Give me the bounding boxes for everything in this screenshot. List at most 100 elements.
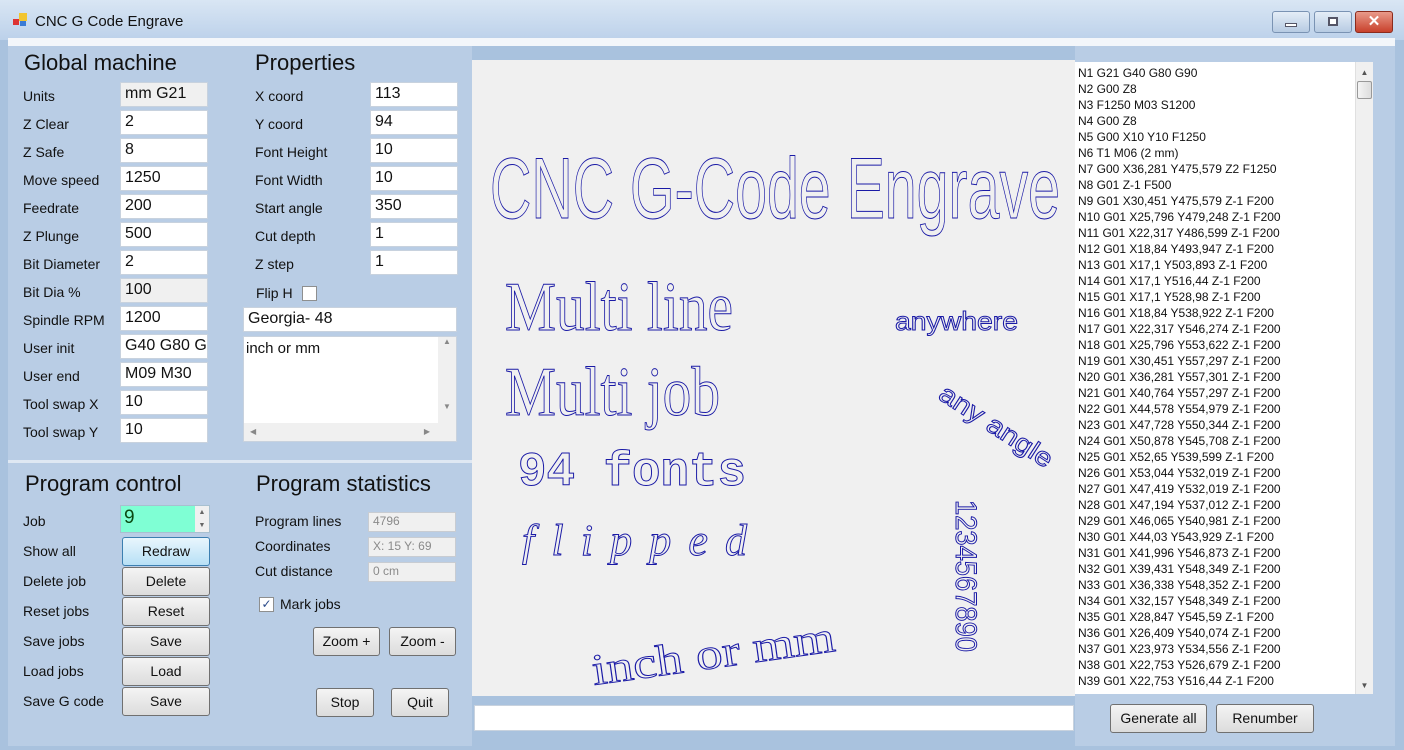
- text-vscrollbar[interactable]: ▲ ▼: [438, 337, 456, 423]
- text-input-value: inch or mm: [246, 340, 321, 357]
- divider: [8, 460, 472, 463]
- global-field[interactable]: 500: [120, 222, 208, 247]
- global-label: Z Clear: [23, 116, 69, 132]
- renumber-button[interactable]: Renumber: [1216, 704, 1314, 733]
- flip-h-checkbox[interactable]: [302, 286, 317, 301]
- generate-all-button[interactable]: Generate all: [1110, 704, 1207, 733]
- scroll-thumb[interactable]: [1357, 81, 1372, 99]
- global-field[interactable]: G40 G80 G: [120, 334, 208, 359]
- gcode-line[interactable]: N30 G01 X44,03 Y543,929 Z-1 F200: [1078, 529, 1352, 545]
- gcode-list[interactable]: N1 G21 G40 G80 G90 N2 G00 Z8 N3 F1250 M03 …: [1075, 62, 1355, 694]
- scroll-up-icon: ▲: [443, 337, 451, 346]
- mark-jobs-checkbox[interactable]: ✓: [259, 597, 274, 612]
- command-input[interactable]: [474, 705, 1074, 731]
- global-field[interactable]: 200: [120, 194, 208, 219]
- gcode-line[interactable]: N17 G01 X22,317 Y546,274 Z-1 F200: [1078, 321, 1352, 337]
- gcode-line[interactable]: N24 G01 X50,878 Y545,708 Z-1 F200: [1078, 433, 1352, 449]
- global-field[interactable]: 10: [120, 418, 208, 443]
- control-button[interactable]: Load: [122, 657, 210, 686]
- preview-text-any-angle: any angle: [934, 378, 1059, 474]
- property-field[interactable]: 1: [370, 222, 458, 247]
- gcode-line[interactable]: N22 G01 X44,578 Y554,979 Z-1 F200: [1078, 401, 1352, 417]
- gcode-line[interactable]: N16 G01 X18,84 Y538,922 Z-1 F200: [1078, 305, 1352, 321]
- preview-text-anywhere: anywhere: [895, 306, 1018, 336]
- gcode-line[interactable]: N32 G01 X39,431 Y548,349 Z-1 F200: [1078, 561, 1352, 577]
- control-button[interactable]: Redraw: [122, 537, 210, 566]
- gcode-line[interactable]: N25 G01 X52,65 Y539,599 Z-1 F200: [1078, 449, 1352, 465]
- stop-button[interactable]: Stop: [316, 688, 374, 717]
- gcode-line[interactable]: N9 G01 X30,451 Y475,579 Z-1 F200: [1078, 193, 1352, 209]
- gcode-line[interactable]: N34 G01 X32,157 Y548,349 Z-1 F200: [1078, 593, 1352, 609]
- text-input-area[interactable]: inch or mm ▲ ▼ ◀ ▶: [243, 336, 457, 442]
- property-label: Y coord: [255, 116, 303, 132]
- global-field[interactable]: 2: [120, 250, 208, 275]
- quit-button[interactable]: Quit: [391, 688, 449, 717]
- gcode-line[interactable]: N21 G01 X40,764 Y557,297 Z-1 F200: [1078, 385, 1352, 401]
- gcode-line[interactable]: N35 G01 X28,847 Y545,59 Z-1 F200: [1078, 609, 1352, 625]
- zoom-in-button[interactable]: Zoom +: [313, 627, 380, 656]
- global-field[interactable]: 8: [120, 138, 208, 163]
- spin-up-icon[interactable]: ▲: [195, 506, 209, 519]
- property-field[interactable]: 113: [370, 82, 458, 107]
- gcode-line[interactable]: N28 G01 X47,194 Y537,012 Z-1 F200: [1078, 497, 1352, 513]
- gcode-line[interactable]: N7 G00 X36,281 Y475,579 Z2 F1250: [1078, 161, 1352, 177]
- minimize-button[interactable]: [1272, 11, 1310, 33]
- gcode-line[interactable]: N8 G01 Z-1 F500: [1078, 177, 1352, 193]
- property-field[interactable]: 94: [370, 110, 458, 135]
- gcode-line[interactable]: N31 G01 X41,996 Y546,873 Z-1 F200: [1078, 545, 1352, 561]
- gcode-line[interactable]: N1 G21 G40 G80 G90: [1078, 65, 1352, 81]
- gcode-line[interactable]: N29 G01 X46,065 Y540,981 Z-1 F200: [1078, 513, 1352, 529]
- gcode-line[interactable]: N3 F1250 M03 S1200: [1078, 97, 1352, 113]
- global-field[interactable]: 1200: [120, 306, 208, 331]
- gcode-line[interactable]: N18 G01 X25,796 Y553,622 Z-1 F200: [1078, 337, 1352, 353]
- gcode-line[interactable]: N26 G01 X53,044 Y532,019 Z-1 F200: [1078, 465, 1352, 481]
- control-button[interactable]: Delete: [122, 567, 210, 596]
- font-select[interactable]: Georgia- 48: [243, 307, 457, 332]
- property-field[interactable]: 1: [370, 250, 458, 275]
- spin-down-icon[interactable]: ▼: [195, 519, 209, 532]
- global-field[interactable]: M09 M30: [120, 362, 208, 387]
- gcode-line[interactable]: N13 G01 X17,1 Y503,893 Z-1 F200: [1078, 257, 1352, 273]
- gcode-line[interactable]: N2 G00 Z8: [1078, 81, 1352, 97]
- control-button[interactable]: Save: [122, 627, 210, 656]
- control-button[interactable]: Save: [122, 687, 210, 716]
- global-field[interactable]: 10: [120, 390, 208, 415]
- gcode-line[interactable]: N14 G01 X17,1 Y516,44 Z-1 F200: [1078, 273, 1352, 289]
- gcode-line[interactable]: N20 G01 X36,281 Y557,301 Z-1 F200: [1078, 369, 1352, 385]
- property-field[interactable]: 350: [370, 194, 458, 219]
- program-control-heading: Program control: [25, 471, 182, 496]
- gcode-line[interactable]: N10 G01 X25,796 Y479,248 Z-1 F200: [1078, 209, 1352, 225]
- gcode-scrollbar[interactable]: ▲ ▼: [1355, 62, 1373, 694]
- property-field[interactable]: 10: [370, 166, 458, 191]
- gcode-line[interactable]: N37 G01 X23,973 Y534,556 Z-1 F200: [1078, 641, 1352, 657]
- maximize-button[interactable]: [1314, 11, 1352, 33]
- stat-value: 4796: [368, 512, 456, 532]
- gcode-line[interactable]: N27 G01 X47,419 Y532,019 Z-1 F200: [1078, 481, 1352, 497]
- gcode-line[interactable]: N38 G01 X22,753 Y526,679 Z-1 F200: [1078, 657, 1352, 673]
- preview-text-multi-line: Multi line: [505, 269, 733, 346]
- preview-canvas[interactable]: CNC G-Code Engrave Multi line Multi job …: [472, 60, 1075, 696]
- text-hscrollbar[interactable]: ◀ ▶: [244, 423, 456, 441]
- zoom-out-button[interactable]: Zoom -: [389, 627, 456, 656]
- gcode-line[interactable]: N23 G01 X47,728 Y550,344 Z-1 F200: [1078, 417, 1352, 433]
- gcode-line[interactable]: N33 G01 X36,338 Y548,352 Z-1 F200: [1078, 577, 1352, 593]
- global-field[interactable]: 2: [120, 110, 208, 135]
- global-label: Spindle RPM: [23, 312, 105, 328]
- gcode-line[interactable]: N36 G01 X26,409 Y540,074 Z-1 F200: [1078, 625, 1352, 641]
- gcode-line[interactable]: N6 T1 M06 (2 mm): [1078, 145, 1352, 161]
- control-button[interactable]: Reset: [122, 597, 210, 626]
- global-field[interactable]: mm G21: [120, 82, 208, 107]
- global-label: User end: [23, 368, 80, 384]
- close-button[interactable]: ✕: [1355, 11, 1393, 33]
- gcode-line[interactable]: N12 G01 X18,84 Y493,947 Z-1 F200: [1078, 241, 1352, 257]
- global-field[interactable]: 100: [120, 278, 208, 303]
- global-field[interactable]: 1250: [120, 166, 208, 191]
- gcode-line[interactable]: N39 G01 X22,753 Y516,44 Z-1 F200: [1078, 673, 1352, 689]
- property-field[interactable]: 10: [370, 138, 458, 163]
- gcode-line[interactable]: N4 G00 Z8: [1078, 113, 1352, 129]
- gcode-line[interactable]: N11 G01 X22,317 Y486,599 Z-1 F200: [1078, 225, 1352, 241]
- gcode-line[interactable]: N15 G01 X17,1 Y528,98 Z-1 F200: [1078, 289, 1352, 305]
- gcode-line[interactable]: N19 G01 X30,451 Y557,297 Z-1 F200: [1078, 353, 1352, 369]
- job-spinner[interactable]: 9 ▲ ▼: [120, 505, 210, 533]
- gcode-line[interactable]: N5 G00 X10 Y10 F1250: [1078, 129, 1352, 145]
